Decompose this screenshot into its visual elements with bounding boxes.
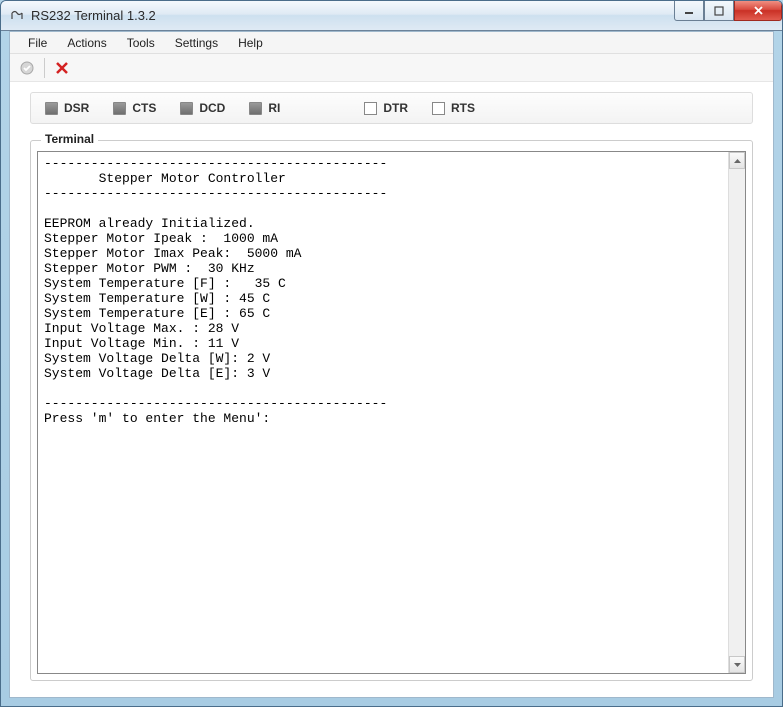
client-area: File Actions Tools Settings Help DSR — [9, 31, 774, 698]
status-ri: RI — [249, 101, 280, 115]
disconnect-button[interactable] — [51, 57, 73, 79]
scroll-up-button[interactable] — [729, 152, 745, 169]
terminal-legend: Terminal — [41, 132, 98, 146]
menubar: File Actions Tools Settings Help — [10, 32, 773, 54]
scrollbar[interactable] — [728, 152, 745, 673]
terminal-fieldset: Terminal -------------------------------… — [30, 140, 753, 681]
checkbox-icon — [364, 102, 377, 115]
status-cts: CTS — [113, 101, 156, 115]
terminal-output[interactable]: ----------------------------------------… — [38, 152, 728, 673]
status-dcd: DCD — [180, 101, 225, 115]
checkbox-rts[interactable]: RTS — [432, 101, 475, 115]
toolbar — [10, 54, 773, 82]
scroll-down-button[interactable] — [729, 656, 745, 673]
menu-file[interactable]: File — [18, 33, 57, 53]
connect-button[interactable] — [16, 57, 38, 79]
led-icon — [45, 102, 58, 115]
scroll-track[interactable] — [729, 169, 745, 656]
read-status-group: DSR CTS DCD RI — [45, 101, 280, 115]
checkbox-dtr[interactable]: DTR — [364, 101, 408, 115]
led-icon — [249, 102, 262, 115]
app-icon — [9, 8, 25, 24]
close-button[interactable] — [734, 1, 782, 21]
status-label: RTS — [451, 101, 475, 115]
maximize-button[interactable] — [704, 1, 734, 21]
toolbar-separator — [44, 58, 45, 78]
status-label: DTR — [383, 101, 408, 115]
menu-actions[interactable]: Actions — [57, 33, 116, 53]
write-status-group: DTR RTS — [364, 101, 475, 115]
status-label: RI — [268, 101, 280, 115]
menu-settings[interactable]: Settings — [165, 33, 228, 53]
terminal-box: ----------------------------------------… — [37, 151, 746, 674]
checkbox-icon — [432, 102, 445, 115]
menu-help[interactable]: Help — [228, 33, 273, 53]
menu-tools[interactable]: Tools — [117, 33, 165, 53]
window-frame: RS232 Terminal 1.3.2 File Actions Tools … — [0, 0, 783, 707]
minimize-button[interactable] — [674, 1, 704, 21]
status-label: DSR — [64, 101, 89, 115]
status-dsr: DSR — [45, 101, 89, 115]
window-title: RS232 Terminal 1.3.2 — [31, 8, 156, 23]
led-icon — [113, 102, 126, 115]
line-status-panel: DSR CTS DCD RI DTR — [30, 92, 753, 124]
led-icon — [180, 102, 193, 115]
status-label: DCD — [199, 101, 225, 115]
status-label: CTS — [132, 101, 156, 115]
window-controls — [674, 1, 782, 21]
titlebar[interactable]: RS232 Terminal 1.3.2 — [1, 1, 782, 31]
